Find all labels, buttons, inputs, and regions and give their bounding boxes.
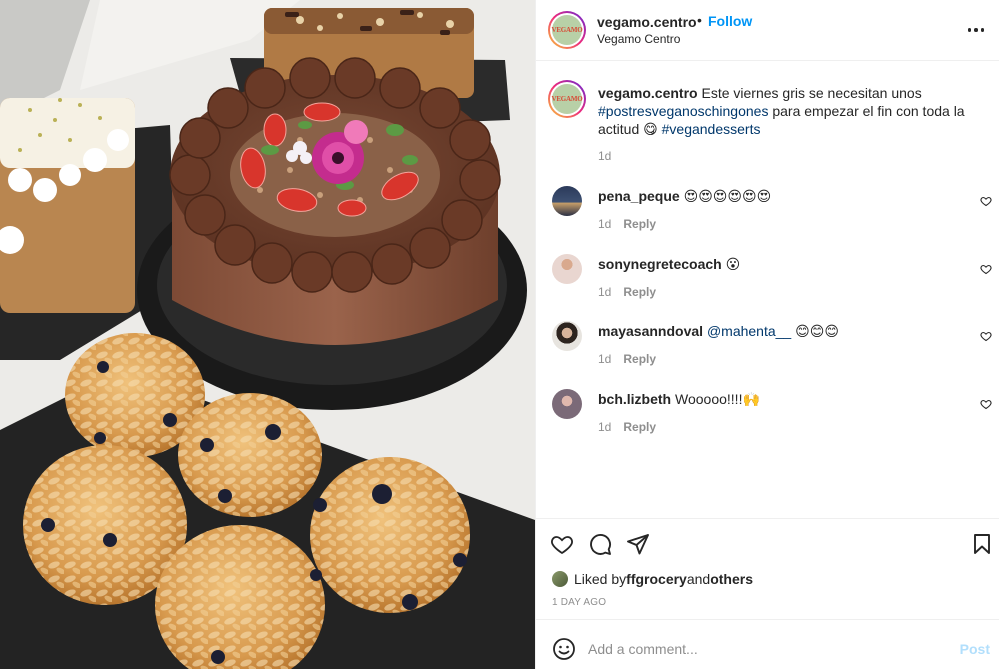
caption-avatar[interactable]: VEGAMO [548, 80, 586, 118]
comment-meta: 1d Reply [598, 420, 656, 434]
caption-username[interactable]: vegamo.centro [598, 85, 698, 101]
comment-item: pena_peque 😍😍😍😍😍😍 1d Reply [536, 186, 999, 246]
separator-dot: • [697, 12, 702, 28]
comment-username[interactable]: sonynegretecoach [598, 256, 722, 272]
comment-username[interactable]: pena_peque [598, 188, 680, 204]
account-avatar[interactable]: VEGAMO [548, 11, 586, 49]
post-actions: Liked by ffgrocery and others 1 DAY AGO [536, 518, 999, 619]
comments-list[interactable]: VEGAMO vegamo.centro Este viernes gris s… [536, 62, 999, 518]
hashtag-link[interactable]: #vegandesserts [662, 121, 761, 137]
reply-button[interactable]: Reply [623, 217, 656, 231]
follow-button[interactable]: Follow [708, 13, 752, 29]
likes-others-link[interactable]: others [710, 571, 753, 587]
comment-input[interactable] [588, 634, 948, 664]
post-details-panel: VEGAMO vegamo.centro • Follow Vegamo Cen… [535, 0, 999, 669]
avatar[interactable] [552, 254, 582, 284]
post-comment-button[interactable]: Post [960, 641, 990, 657]
comment-text: 😍😍😍😍😍😍 [679, 188, 772, 204]
comment-mention[interactable]: @mahenta__ [707, 323, 791, 339]
liker-avatar[interactable] [552, 571, 568, 587]
comment-timestamp[interactable]: 1d [598, 352, 611, 366]
comment-text: Wooooo!!!!🙌 [671, 391, 760, 407]
comment-line: bch.lizbeth Wooooo!!!!🙌 [598, 391, 760, 408]
emoji-smile-icon[interactable] [552, 637, 576, 661]
heart-icon[interactable] [550, 532, 574, 556]
vegamo-logo: VEGAMO [551, 15, 583, 45]
heart-icon[interactable] [980, 398, 992, 410]
comment-timestamp[interactable]: 1d [598, 420, 611, 434]
vegamo-logo: VEGAMO [551, 84, 583, 114]
post-image[interactable] [0, 0, 535, 669]
post-date[interactable]: 1 DAY AGO [552, 597, 606, 608]
comment-line: mayasanndoval @mahenta__ 😊😊😊 [598, 323, 839, 340]
comment-item: mayasanndoval @mahenta__ 😊😊😊 1d Reply [536, 321, 999, 381]
comment-meta: 1d Reply [598, 285, 656, 299]
comment-text: 😊😊😊 [791, 323, 839, 339]
heart-icon[interactable] [980, 330, 992, 342]
caption-body-1: Este viernes gris se necesitan unos [697, 85, 922, 101]
reply-button[interactable]: Reply [623, 285, 656, 299]
add-comment-bar: Post [536, 619, 999, 669]
comment-bubble-icon[interactable] [588, 532, 612, 556]
comment-line: sonynegretecoach 😮 [598, 256, 740, 273]
paper-plane-icon[interactable] [626, 532, 650, 556]
comment-timestamp[interactable]: 1d [598, 217, 611, 231]
comment-meta: 1d Reply [598, 217, 656, 231]
reply-button[interactable]: Reply [623, 352, 656, 366]
likes-summary: Liked by ffgrocery and others [552, 571, 753, 587]
liker-username[interactable]: ffgrocery [626, 571, 687, 587]
comment-username[interactable]: bch.lizbeth [598, 391, 671, 407]
heart-icon[interactable] [980, 195, 992, 207]
bookmark-icon[interactable] [970, 532, 994, 556]
avatar[interactable] [552, 186, 582, 216]
likes-prefix: Liked by [574, 571, 627, 587]
comment-timestamp[interactable]: 1d [598, 285, 611, 299]
reply-button[interactable]: Reply [623, 420, 656, 434]
account-username[interactable]: vegamo.centro [597, 14, 697, 30]
avatar[interactable] [552, 321, 582, 351]
likes-middle: and [686, 571, 711, 587]
hashtag-link[interactable]: #postresveganoschingones [598, 103, 768, 119]
comment-line: pena_peque 😍😍😍😍😍😍 [598, 188, 771, 205]
comment-username[interactable]: mayasanndoval [598, 323, 703, 339]
comment-text: 😮 [721, 256, 741, 272]
heart-icon[interactable] [980, 263, 992, 275]
comment-meta: 1d Reply [598, 352, 656, 366]
avatar[interactable] [552, 389, 582, 419]
post-header: VEGAMO vegamo.centro • Follow Vegamo Cen… [536, 0, 999, 61]
post-location[interactable]: Vegamo Centro [597, 32, 680, 46]
more-horizontal-icon[interactable] [964, 18, 988, 42]
caption-timestamp[interactable]: 1d [598, 149, 611, 163]
comment-item: bch.lizbeth Wooooo!!!!🙌 1d Reply [536, 389, 999, 449]
comment-item: sonynegretecoach 😮 1d Reply [536, 254, 999, 314]
desserts-photo [0, 0, 535, 669]
caption-text: vegamo.centro Este viernes gris se neces… [598, 84, 978, 138]
